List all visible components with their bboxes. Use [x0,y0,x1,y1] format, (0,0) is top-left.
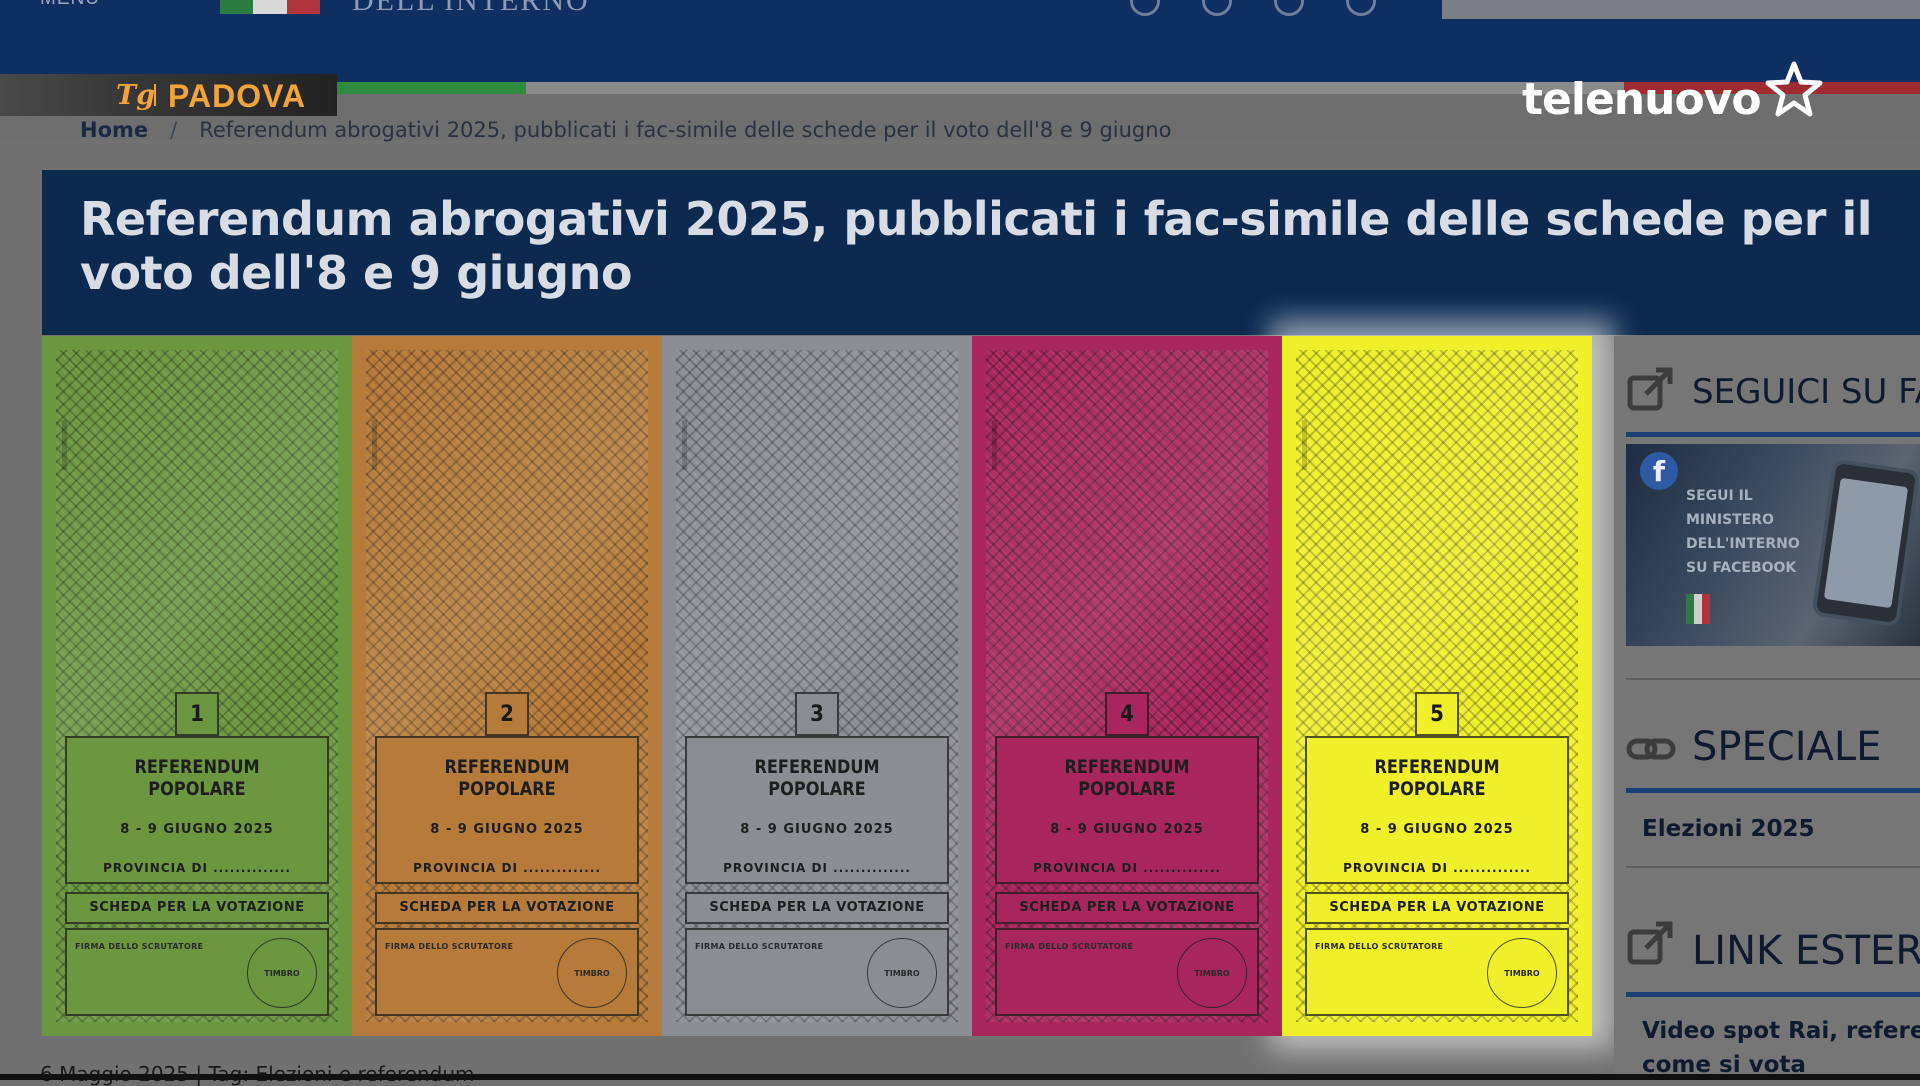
ballot-heading: REFERENDUM POPOLARE [1374,756,1500,800]
star-icon [1765,61,1823,117]
ballot-provincia: PROVINCIA DI .............. [103,861,291,875]
ballot-strip: SCHEDA PER LA VOTAZIONE [1305,892,1569,924]
ballot-date: 8 - 9 GIUGNO 2025 [1360,822,1514,837]
ballot-signature-box: FIRMA DELLO SCRUTATORE TIMBRO [375,928,639,1016]
ballot-number: 1 [175,692,219,736]
social-icon-2[interactable] [1202,0,1232,16]
link-chain-icon [1626,738,1676,760]
ballot-header-box: REFERENDUM POPOLARE 8 - 9 GIUGNO 2025 PR… [65,736,329,884]
stamp-label: TIMBRO [1504,968,1540,978]
site-header: MENU DELL'INTERNO [0,0,1920,82]
links-heading: LINK ESTERN [1692,928,1920,974]
ballot-card[interactable]: 4 REFERENDUM POPOLARE 8 - 9 GIUGNO 2025 … [972,336,1282,1036]
ballot-date: 8 - 9 GIUGNO 2025 [120,822,274,837]
facebook-icon: f [1640,452,1678,490]
stamp-label: TIMBRO [884,968,920,978]
ballot-card[interactable]: 2 REFERENDUM POPOLARE 8 - 9 GIUGNO 2025 … [352,336,662,1036]
ballot-heading: REFERENDUM POPOLARE [444,756,570,800]
signature-label: FIRMA DELLO SCRUTATORE [1005,942,1134,951]
ballot-signature-box: FIRMA DELLO SCRUTATORE TIMBRO [995,928,1259,1016]
ballot-header-box: REFERENDUM POPOLARE 8 - 9 GIUGNO 2025 PR… [375,736,639,884]
ballot-number: 3 [795,692,839,736]
signature-label: FIRMA DELLO SCRUTATORE [75,942,204,951]
ballot-date: 8 - 9 GIUGNO 2025 [1050,822,1204,837]
ballot-tab [682,420,687,470]
ballot-card[interactable]: 3 REFERENDUM POPOLARE 8 - 9 GIUGNO 2025 … [662,336,972,1036]
ballot-number: 4 [1105,692,1149,736]
breadcrumb-current: Referendum abrogativi 2025, pubblicati i… [199,118,1172,142]
ballot-provincia: PROVINCIA DI .............. [1343,861,1531,875]
stamp-label: TIMBRO [574,968,610,978]
ballot-header-box: REFERENDUM POPOLARE 8 - 9 GIUGNO 2025 PR… [1305,736,1569,884]
sidebar-divider [1626,866,1920,868]
signature-label: FIRMA DELLO SCRUTATORE [385,942,514,951]
sidebar-divider [1626,678,1920,680]
facebook-banner-text: SEGUI IL MINISTERO DELL'INTERNO SU FACEB… [1686,488,1800,576]
stamp-label: TIMBRO [1194,968,1230,978]
stamp-circle: TIMBRO [867,938,937,1008]
breadcrumb-separator: / [170,118,178,142]
ballot-heading: REFERENDUM POPOLARE [134,756,260,800]
ballot-strip: SCHEDA PER LA VOTAZIONE [375,892,639,924]
bottom-bar [0,1074,1920,1080]
facebook-banner[interactable]: f SEGUI IL MINISTERO DELL'INTERNO SU FAC… [1626,444,1920,646]
stamp-circle: TIMBRO [557,938,627,1008]
ballot-heading: REFERENDUM POPOLARE [754,756,880,800]
ballot-strip: SCHEDA PER LA VOTAZIONE [65,892,329,924]
ballot-header-box: REFERENDUM POPOLARE 8 - 9 GIUGNO 2025 PR… [685,736,949,884]
tg-separator [154,84,156,106]
ballot-heading: REFERENDUM POPOLARE [1064,756,1190,800]
stamp-label: TIMBRO [264,968,300,978]
social-icon-4[interactable] [1346,0,1376,16]
tricolore-line-white [526,82,1624,94]
ballot-signature-box: FIRMA DELLO SCRUTATORE TIMBRO [65,928,329,1016]
ballot-provincia: PROVINCIA DI .............. [413,861,601,875]
social-icon-1[interactable] [1130,0,1160,16]
ballot-strip: SCHEDA PER LA VOTAZIONE [995,892,1259,924]
ballot-tab [62,420,67,470]
page-title: Referendum abrogativi 2025, pubblicati i… [80,192,1873,300]
tg-logo: Tg [116,80,155,111]
ballot-provincia: PROVINCIA DI .............. [1033,861,1221,875]
italian-flag-icon [220,0,320,14]
signature-label: FIRMA DELLO SCRUTATORE [695,942,824,951]
social-icon-3[interactable] [1274,0,1304,16]
ballot-header-box: REFERENDUM POPOLARE 8 - 9 GIUGNO 2025 PR… [995,736,1259,884]
ballot-date: 8 - 9 GIUGNO 2025 [430,822,584,837]
ballot-signature-box: FIRMA DELLO SCRUTATORE TIMBRO [685,928,949,1016]
ballot-provincia: PROVINCIA DI .............. [723,861,911,875]
speciale-link[interactable]: Elezioni 2025 [1642,816,1815,842]
ballot-tab [992,420,997,470]
ballot-signature-box: FIRMA DELLO SCRUTATORE TIMBRO [1305,928,1569,1016]
phone-icon [1811,458,1920,628]
external-link-icon [1627,367,1673,411]
ballot-card[interactable]: 5 REFERENDUM POPOLARE 8 - 9 GIUGNO 2025 … [1282,336,1592,1036]
ballot-strip: SCHEDA PER LA VOTAZIONE [685,892,949,924]
stamp-circle: TIMBRO [1487,938,1557,1008]
site-name[interactable]: DELL'INTERNO [352,0,590,18]
stamp-circle: TIMBRO [1177,938,1247,1008]
speciale-rule [1626,788,1920,793]
external-link-icon [1627,921,1673,965]
stamp-circle: TIMBRO [247,938,317,1008]
breadcrumb-home-link[interactable]: Home [80,118,148,142]
menu-button[interactable]: MENU [40,0,100,10]
search-input[interactable] [1442,0,1920,19]
ballot-number: 2 [485,692,529,736]
links-item[interactable]: Video spot Rai, referen [1642,1018,1920,1044]
follow-heading: SEGUICI SU FA [1692,372,1920,412]
ballot-card[interactable]: 1 REFERENDUM POPOLARE 8 - 9 GIUGNO 2025 … [42,336,352,1036]
ministry-logo-icon [1686,594,1710,624]
links-rule [1626,992,1920,997]
signature-label: FIRMA DELLO SCRUTATORE [1315,942,1444,951]
ballot-tab [372,420,377,470]
channel-logo: telenuovo [1522,74,1762,125]
ballot-date: 8 - 9 GIUGNO 2025 [740,822,894,837]
ballot-number: 5 [1415,692,1459,736]
follow-rule [1626,432,1920,437]
breadcrumb: Home / Referendum abrogativi 2025, pubblic… [80,118,1171,142]
speciale-heading: SPECIALE [1692,724,1882,770]
tg-city-label: PADOVA [168,78,307,114]
ballot-tab [1302,420,1307,470]
